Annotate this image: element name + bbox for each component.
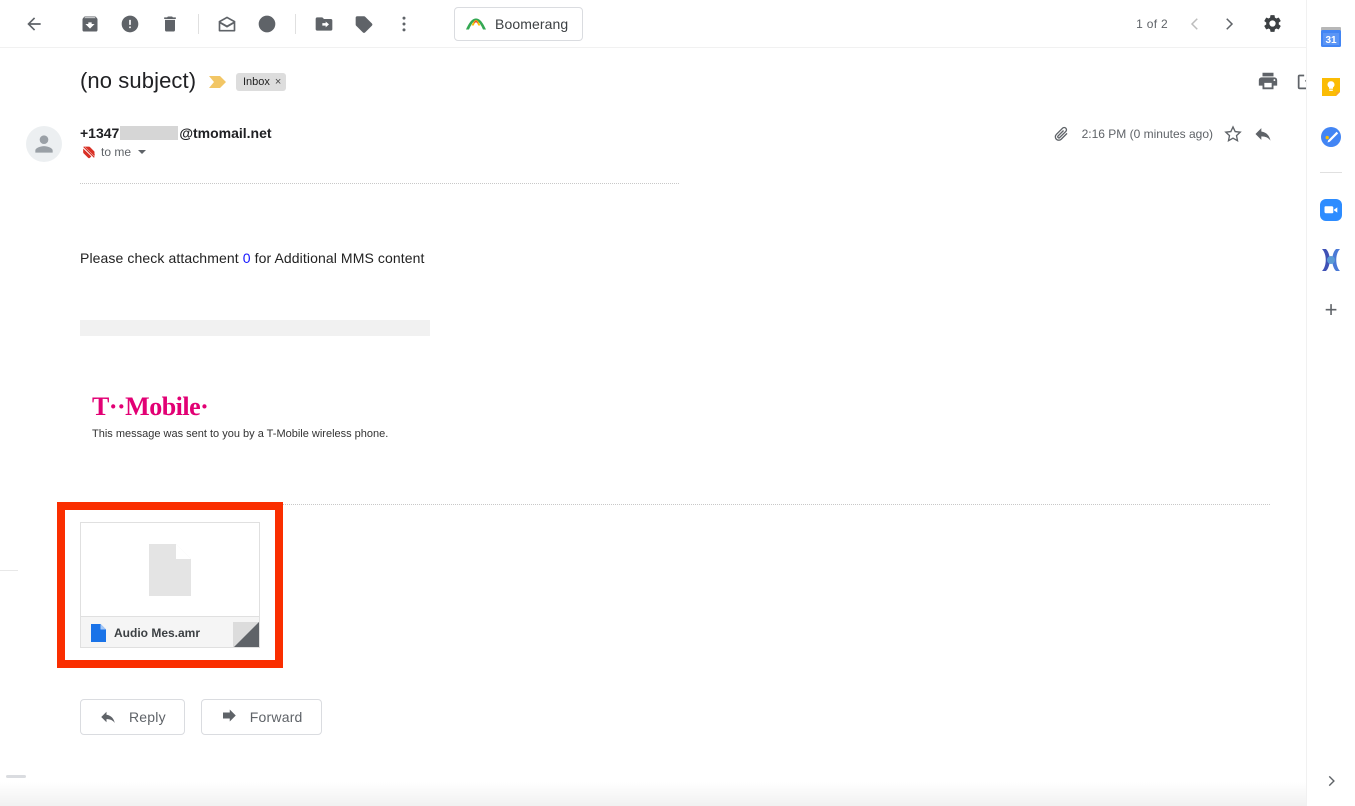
body-text-after: for Additional MMS content	[250, 250, 425, 266]
body-text-before: Please check attachment	[80, 250, 243, 266]
addon-sidebar: 31 +	[1306, 0, 1355, 806]
spam-exclamation-icon	[120, 14, 140, 34]
boomerang-button[interactable]: Boomerang	[454, 6, 584, 41]
newer-button[interactable]	[1178, 7, 1212, 41]
chevron-right-icon	[1220, 15, 1238, 33]
mark-unread-button[interactable]	[207, 4, 247, 44]
message-body-text: Please check attachment 0 for Additional…	[80, 250, 425, 266]
archive-button[interactable]	[70, 4, 110, 44]
star-icon[interactable]	[1223, 124, 1243, 144]
older-button[interactable]	[1212, 7, 1246, 41]
attachment-card[interactable]: Audio Mes.amr	[80, 522, 260, 648]
back-button[interactable]	[14, 4, 54, 44]
mail-unread-icon	[217, 14, 237, 34]
message-toolbar: Boomerang 1 of 2	[0, 0, 1306, 48]
google-keep-icon	[1319, 75, 1343, 99]
reply-button[interactable]: Reply	[80, 699, 185, 735]
label-chip-text: Inbox	[243, 76, 270, 88]
attachment-index-link[interactable]: 0	[243, 250, 251, 266]
attachment-corner-fold-icon	[233, 622, 259, 647]
print-icon[interactable]	[1257, 70, 1281, 94]
bottom-fade	[0, 782, 1306, 806]
forward-arrow-icon	[220, 708, 238, 726]
sidebar-item-google-calendar[interactable]: 31	[1318, 24, 1344, 50]
scroll-nub	[6, 775, 26, 778]
reply-icon[interactable]	[1253, 124, 1273, 144]
sidebar-item-boomerang[interactable]	[1318, 247, 1344, 273]
snooze-button[interactable]	[247, 4, 287, 44]
recipient-details-caret-icon[interactable]	[138, 150, 147, 154]
gear-icon	[1262, 13, 1283, 34]
add-addon-button[interactable]: +	[1318, 297, 1344, 323]
sender-suffix: @tmomail.net	[179, 125, 272, 141]
message-meta: 2:16 PM (0 minutes ago)	[1052, 124, 1273, 144]
forward-button[interactable]: Forward	[200, 699, 322, 735]
chevron-left-icon	[1186, 15, 1204, 33]
message-timestamp: 2:16 PM (0 minutes ago)	[1081, 127, 1213, 141]
attachment-divider	[281, 504, 1270, 505]
kebab-menu-icon	[394, 14, 414, 34]
labels-button[interactable]	[344, 4, 384, 44]
sender-prefix: +1347	[80, 125, 120, 141]
delete-button[interactable]	[150, 4, 190, 44]
tmobile-tagline: This message was sent to you by a T-Mobi…	[92, 428, 389, 440]
recipient-line[interactable]: to me	[82, 145, 147, 159]
body-top-divider	[80, 183, 679, 184]
sidebar-divider	[1320, 172, 1342, 173]
arrow-left-icon	[24, 14, 44, 34]
label-tag-icon	[354, 14, 374, 34]
tmobile-logo: T··Mobile·	[92, 392, 209, 421]
expand-sidebar-button[interactable]	[1318, 768, 1344, 794]
archive-icon	[80, 14, 100, 34]
sender-address[interactable]: +1347 @tmomail.net	[80, 125, 272, 141]
importance-marker-icon[interactable]	[209, 74, 227, 90]
recipient-label: to me	[101, 145, 132, 159]
attachment-filename: Audio Mes.amr	[114, 625, 201, 640]
paperclip-icon	[1052, 124, 1072, 144]
redaction-block	[120, 126, 179, 140]
boomerang-addon-icon	[1319, 247, 1343, 273]
gmail-message-view: Boomerang 1 of 2 (no subject) Inbox × +1…	[0, 0, 1355, 806]
trash-icon	[160, 14, 180, 34]
folder-move-icon	[314, 14, 334, 34]
attachment-info-bar: Audio Mes.amr	[81, 616, 259, 647]
attachment-thumbnail	[81, 523, 259, 616]
label-chip-inbox[interactable]: Inbox ×	[236, 73, 287, 91]
clock-icon	[257, 14, 277, 34]
sidebar-item-google-keep[interactable]	[1318, 74, 1344, 100]
google-tasks-icon	[1319, 125, 1343, 149]
avatar[interactable]	[26, 126, 62, 162]
message-actions: Reply Forward	[80, 699, 322, 735]
svg-text:31: 31	[1325, 35, 1337, 46]
label-off-icon	[82, 145, 96, 159]
reply-button-label: Reply	[129, 709, 166, 725]
left-edge-rule	[0, 570, 18, 571]
more-options-button[interactable]	[384, 4, 424, 44]
toolbar-divider-2	[295, 13, 296, 34]
report-spam-button[interactable]	[110, 4, 150, 44]
boomerang-button-label: Boomerang	[495, 15, 569, 32]
toolbar-divider-1	[198, 13, 199, 34]
page-title: (no subject)	[80, 68, 197, 93]
move-to-button[interactable]	[304, 4, 344, 44]
sidebar-item-zoom[interactable]	[1318, 197, 1344, 223]
boomerang-icon	[465, 16, 487, 32]
pager-count: 1 of 2	[1136, 16, 1168, 31]
reply-arrow-icon	[99, 708, 117, 726]
zoom-icon	[1319, 198, 1343, 222]
google-calendar-icon: 31	[1319, 25, 1343, 49]
document-file-icon	[91, 623, 106, 642]
sidebar-item-google-tasks[interactable]	[1318, 124, 1344, 150]
settings-button[interactable]	[1252, 4, 1292, 44]
forward-button-label: Forward	[249, 709, 303, 725]
broken-image-placeholder	[80, 320, 430, 336]
label-chip-remove-icon[interactable]: ×	[275, 76, 281, 88]
